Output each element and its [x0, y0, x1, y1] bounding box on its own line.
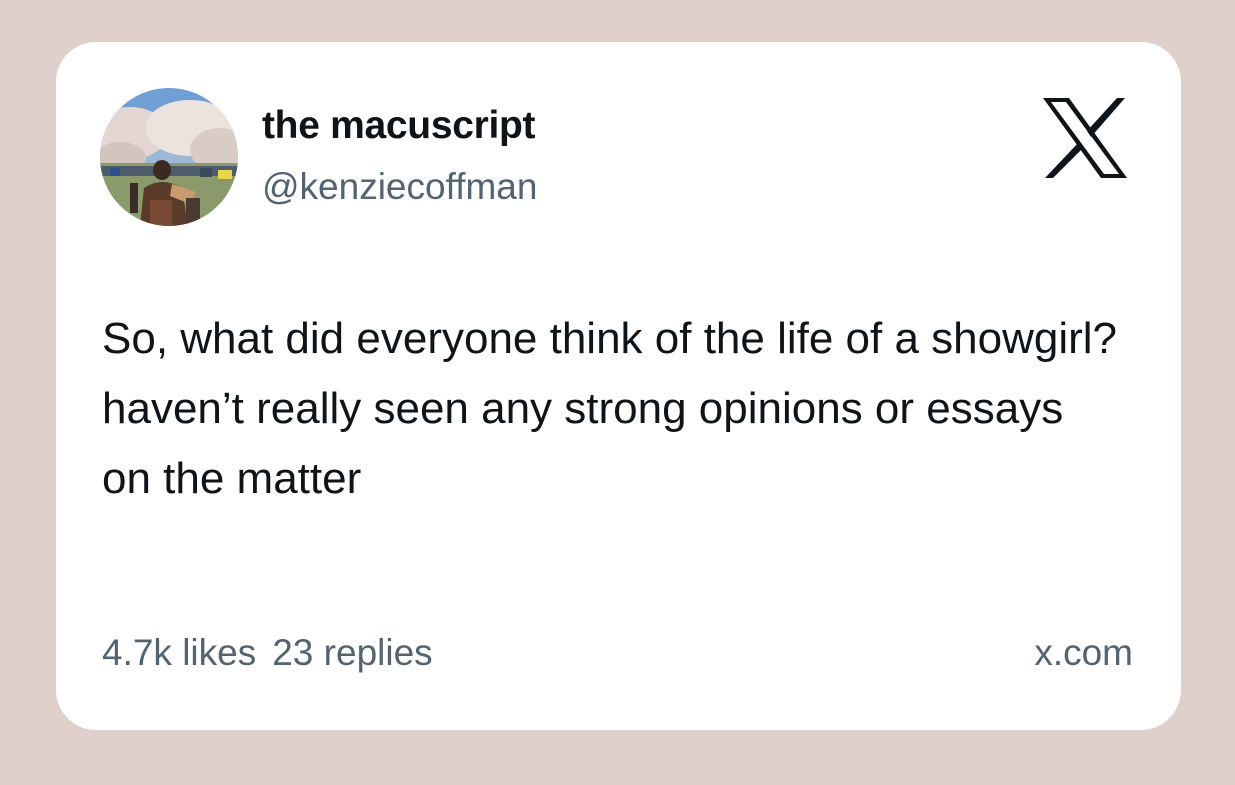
author-handle[interactable]: @kenziecoffman — [262, 166, 537, 208]
tweet-stats: 4.7k likes 23 replies — [102, 632, 433, 674]
replies-count[interactable]: 23 replies — [272, 632, 432, 673]
author-display-name[interactable]: the macuscript — [262, 104, 536, 148]
x-logo-icon[interactable] — [1041, 96, 1129, 180]
avatar-image — [100, 88, 238, 226]
tweet-card: the macuscript @kenziecoffman So, what d… — [56, 42, 1181, 730]
avatar[interactable] — [100, 88, 238, 226]
likes-count[interactable]: 4.7k likes — [102, 632, 256, 673]
tweet-text: So, what did everyone think of the life … — [102, 314, 1118, 503]
source-site-link[interactable]: x.com — [1034, 632, 1133, 674]
